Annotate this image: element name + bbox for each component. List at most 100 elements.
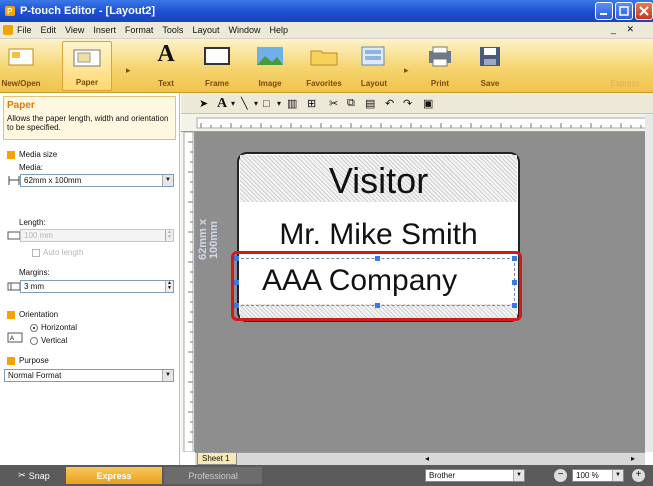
- layout-button[interactable]: Layout: [354, 41, 394, 91]
- line-tool-icon[interactable]: ╲: [241, 96, 248, 111]
- professional-mode-label: Professional: [188, 470, 238, 481]
- margins-icon: [7, 281, 21, 292]
- zoom-out-icon[interactable]: −: [554, 469, 567, 482]
- close-button[interactable]: [635, 2, 653, 20]
- purpose-select[interactable]: Normal Format ▼: [4, 369, 174, 382]
- paper-icon: [72, 46, 102, 70]
- length-spinner[interactable]: ▲ ▼: [165, 230, 173, 241]
- redo-icon[interactable]: ↷: [403, 96, 412, 111]
- menu-tools[interactable]: Tools: [162, 25, 183, 35]
- name-text-object[interactable]: Mr. Mike Smith: [240, 218, 517, 252]
- menu-edit[interactable]: Edit: [41, 25, 57, 35]
- printer-select[interactable]: Brother ▼: [425, 469, 525, 482]
- paper-button[interactable]: Paper: [62, 41, 112, 91]
- resize-handle-left[interactable]: [234, 280, 239, 285]
- line-tool-dropdown-icon[interactable]: ▾: [254, 96, 258, 111]
- express-label: Express: [610, 79, 640, 88]
- undo-icon[interactable]: ↶: [385, 96, 394, 111]
- resize-handle-top[interactable]: [375, 256, 380, 261]
- menu-help[interactable]: Help: [269, 25, 288, 35]
- section-bullet-icon: [7, 310, 15, 319]
- close-icon: [639, 6, 649, 16]
- print-icon: [425, 45, 455, 69]
- menu-view[interactable]: View: [65, 25, 84, 35]
- favorites-button[interactable]: Favorites: [302, 41, 346, 91]
- favorites-label: Favorites: [306, 79, 342, 88]
- section-bullet-icon: [7, 356, 15, 365]
- menu-insert[interactable]: Insert: [93, 25, 116, 35]
- professional-mode-button[interactable]: Professional: [164, 467, 262, 484]
- printer-value: Brother: [429, 471, 456, 480]
- menu-file[interactable]: File: [17, 25, 32, 35]
- orientation-heading: Orientation: [19, 310, 59, 319]
- chevron-down-icon[interactable]: ▼: [612, 470, 623, 481]
- length-input[interactable]: 100 mm ▲ ▼: [20, 229, 174, 242]
- paste-icon[interactable]: ▤: [365, 96, 375, 111]
- paper-title: Paper: [7, 100, 35, 111]
- frame-label: Frame: [204, 79, 229, 88]
- length-label: Length:: [19, 218, 46, 227]
- resize-handle-bottom-left[interactable]: [234, 303, 239, 308]
- select-arrow-icon[interactable]: ➤: [199, 96, 208, 111]
- purpose-section: Purpose: [7, 356, 49, 365]
- status-bar: ✂ Snap Express Professional Brother ▼ − 1…: [0, 465, 653, 486]
- text-button[interactable]: A Text: [146, 41, 186, 91]
- menu-layout[interactable]: Layout: [192, 25, 219, 35]
- zoom-in-icon[interactable]: +: [632, 469, 645, 482]
- mdi-controls[interactable]: _ ✕: [611, 24, 638, 35]
- cut-icon[interactable]: ✂: [329, 96, 338, 111]
- auto-length-label: Auto length: [43, 248, 84, 257]
- ribbon: New/Open Paper ▸ A Text Frame Image Favo…: [0, 39, 653, 93]
- length-icon: [7, 230, 21, 241]
- margins-input[interactable]: 3 mm ▲ ▼: [20, 280, 174, 293]
- snap-icon: ✂: [18, 470, 26, 480]
- barcode-tool-icon[interactable]: ▥: [287, 96, 297, 111]
- resize-handle-bottom[interactable]: [375, 303, 380, 308]
- table-tool-icon[interactable]: ⊞: [307, 96, 316, 111]
- visitor-text-object[interactable]: Visitor: [240, 160, 517, 202]
- menu-format[interactable]: Format: [125, 25, 154, 35]
- auto-length-checkbox[interactable]: Auto length: [32, 248, 83, 257]
- resize-handle-right[interactable]: [512, 280, 517, 285]
- menu-window[interactable]: Window: [228, 25, 260, 35]
- print-button[interactable]: Print: [420, 41, 460, 91]
- text-tool-dropdown-icon[interactable]: ▾: [231, 96, 235, 111]
- print-label: Print: [430, 79, 450, 88]
- rectangle-tool-icon[interactable]: □: [263, 96, 270, 111]
- express-mode-button[interactable]: Express: [66, 467, 162, 484]
- maximize-button[interactable]: [615, 2, 633, 20]
- scroll-left-icon[interactable]: ◂: [425, 454, 429, 463]
- image-button[interactable]: Image: [250, 41, 290, 91]
- sheet-tab[interactable]: Sheet 1: [197, 453, 237, 465]
- media-select[interactable]: 62mm x 100mm ▼: [20, 174, 174, 187]
- resize-handle-bottom-right[interactable]: [512, 303, 517, 308]
- chevron-down-icon[interactable]: ▼: [162, 370, 173, 381]
- minimize-button[interactable]: [595, 2, 613, 20]
- minimize-icon: [600, 13, 607, 15]
- properties-icon[interactable]: ▣: [423, 96, 433, 111]
- margins-spinner[interactable]: ▲ ▼: [165, 281, 173, 292]
- properties-pane: Paper Allows the paper length, width and…: [0, 93, 180, 465]
- text-tool-icon[interactable]: A: [217, 96, 227, 111]
- vertical-scrollbar[interactable]: [645, 114, 653, 452]
- orientation-horizontal-radio[interactable]: Horizontal: [30, 323, 77, 332]
- paper-header: Paper Allows the paper length, width and…: [3, 96, 176, 140]
- frame-button[interactable]: Frame: [197, 41, 237, 91]
- rectangle-tool-dropdown-icon[interactable]: ▾: [277, 96, 281, 111]
- new-open-button[interactable]: New/Open: [1, 41, 41, 91]
- zoom-select[interactable]: 100 % ▼: [572, 469, 624, 482]
- purpose-value: Normal Format: [8, 371, 62, 380]
- orientation-section: Orientation: [7, 310, 58, 319]
- save-button[interactable]: Save: [470, 41, 510, 91]
- purpose-heading: Purpose: [19, 356, 49, 365]
- resize-handle-top-right[interactable]: [512, 256, 517, 261]
- chevron-down-icon[interactable]: ▼: [513, 470, 524, 481]
- snap-mode-button[interactable]: ✂ Snap: [4, 467, 64, 484]
- scroll-right-icon[interactable]: ▸: [631, 454, 635, 463]
- orientation-vertical-radio[interactable]: Vertical: [30, 336, 67, 345]
- snap-label: Snap: [28, 470, 50, 481]
- resize-handle-top-left[interactable]: [234, 256, 239, 261]
- copy-icon[interactable]: ⧉: [347, 96, 355, 111]
- chevron-down-icon[interactable]: ▼: [162, 175, 173, 186]
- margins-label: Margins:: [19, 268, 50, 277]
